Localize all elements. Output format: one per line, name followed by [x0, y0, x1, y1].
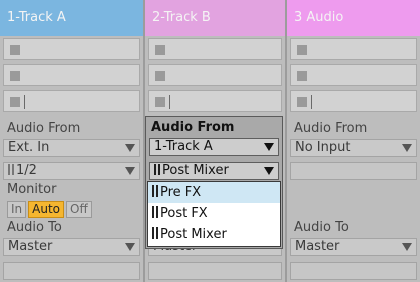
stop-icon: [10, 45, 20, 55]
audio-to-label: Audio To: [294, 220, 349, 235]
channel-icon: [152, 227, 154, 239]
track-header-2[interactable]: 2-Track B: [145, 0, 285, 36]
dropdown-option-pre-fx[interactable]: Pre FX: [148, 182, 280, 203]
clip-slot[interactable]: [148, 38, 282, 60]
track-column-1: 1-Track A Audio From Ext. In 1/2 Monitor…: [0, 0, 143, 282]
stop-all-divider: [311, 95, 312, 109]
audio-from-select[interactable]: Ext. In: [3, 139, 140, 157]
channel-icon: [152, 206, 154, 218]
stop-all-divider: [169, 95, 170, 109]
clip-slot[interactable]: [290, 90, 417, 112]
input-channel-value: 1/2: [16, 163, 37, 178]
audio-to-select[interactable]: Master: [3, 238, 140, 256]
clip-slot[interactable]: [3, 90, 140, 112]
audio-from-value: 1-Track A: [154, 139, 213, 154]
stop-icon: [155, 45, 165, 55]
stop-icon: [155, 71, 165, 81]
audio-from-label: Audio From: [294, 121, 368, 136]
stop-all-divider: [24, 95, 25, 109]
channel-icon: [156, 185, 158, 197]
clip-slot[interactable]: [3, 38, 140, 60]
audio-from-select[interactable]: No Input: [290, 139, 417, 157]
clip-slot[interactable]: [290, 38, 417, 60]
channel-icon: [158, 164, 160, 175]
monitor-off-button[interactable]: Off: [66, 201, 92, 218]
channel-icon: [152, 185, 154, 197]
audio-from-value: No Input: [295, 140, 351, 155]
track-header-3[interactable]: 3 Audio: [287, 0, 420, 36]
stop-icon: [155, 97, 165, 107]
clip-slot[interactable]: [148, 90, 282, 112]
dropdown-option-post-mixer[interactable]: Post Mixer: [148, 224, 280, 245]
stop-icon: [297, 97, 307, 107]
stop-icon: [10, 71, 20, 81]
clip-slot[interactable]: [290, 64, 417, 86]
input-channel-select[interactable]: 1/2: [3, 162, 140, 180]
monitor-in-button[interactable]: In: [7, 201, 27, 218]
option-label: Post FX: [160, 206, 208, 221]
output-channel-field[interactable]: [3, 262, 140, 280]
output-channel-field[interactable]: [290, 262, 417, 280]
channel-icon: [12, 164, 14, 175]
audio-from-select[interactable]: 1-Track A: [149, 138, 279, 156]
stop-icon: [297, 45, 307, 55]
chevron-down-icon: [125, 243, 135, 251]
tap-point-value: Post Mixer: [162, 163, 229, 178]
monitor-switch: In Auto Off: [7, 201, 94, 218]
monitor-label: Monitor: [7, 182, 57, 197]
channel-icon: [156, 206, 158, 218]
channel-icon: [8, 164, 10, 175]
chevron-down-icon: [264, 167, 274, 175]
channel-icon: [154, 164, 156, 175]
chevron-down-icon: [402, 144, 412, 152]
audio-to-label: Audio To: [7, 220, 62, 235]
monitor-auto-button[interactable]: Auto: [28, 201, 65, 218]
track-column-3: 3 Audio Audio From No Input Audio To Mas…: [287, 0, 420, 282]
audio-to-value: Master: [295, 239, 340, 254]
chevron-down-icon: [402, 243, 412, 251]
track-header-1[interactable]: 1-Track A: [0, 0, 143, 36]
clip-slot[interactable]: [148, 64, 282, 86]
output-channel-field[interactable]: [148, 262, 282, 280]
option-label: Post Mixer: [160, 227, 227, 242]
dropdown-option-post-fx[interactable]: Post FX: [148, 203, 280, 224]
audio-to-value: Master: [8, 239, 53, 254]
audio-from-value: Ext. In: [8, 140, 50, 155]
stop-icon: [297, 71, 307, 81]
clip-slot[interactable]: [3, 64, 140, 86]
input-channel-field[interactable]: [290, 162, 417, 180]
chevron-down-icon: [264, 143, 274, 151]
option-label: Pre FX: [160, 185, 202, 200]
chevron-down-icon: [125, 144, 135, 152]
stop-icon: [10, 97, 20, 107]
audio-from-label: Audio From: [151, 120, 235, 135]
audio-to-select[interactable]: Master: [290, 238, 417, 256]
audio-from-label: Audio From: [7, 121, 81, 136]
tap-point-select[interactable]: Post Mixer: [149, 162, 279, 180]
channel-icon: [156, 227, 158, 239]
chevron-down-icon: [125, 167, 135, 175]
tap-point-dropdown: Pre FX Post FX Post Mixer: [147, 181, 281, 247]
